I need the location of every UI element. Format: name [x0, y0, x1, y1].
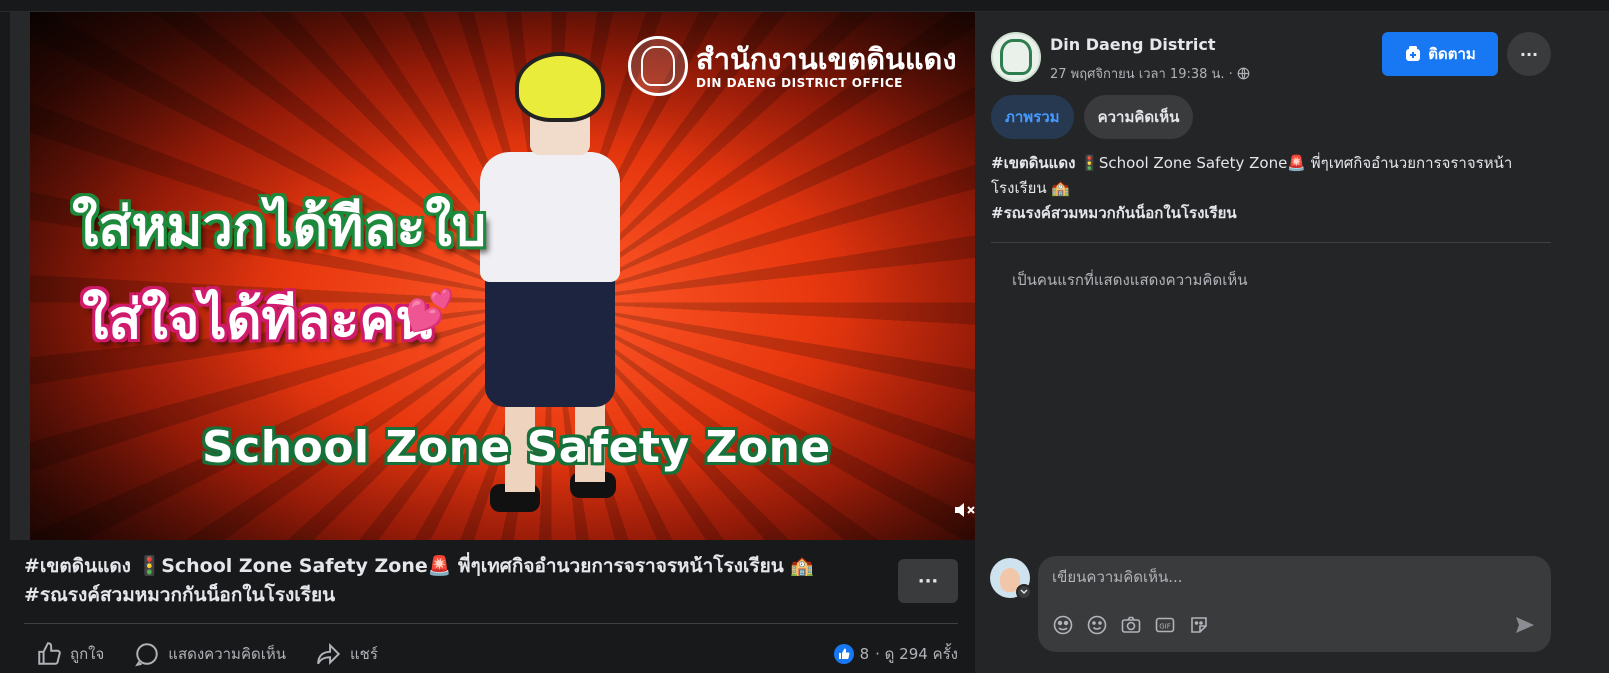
comment-icon	[135, 643, 159, 667]
like-reaction-icon	[833, 644, 854, 664]
video-slogan: School Zone Safety Zone	[202, 422, 831, 473]
page-name[interactable]: Din Daeng District	[1050, 35, 1216, 54]
comment-composer[interactable]: GIF	[1038, 556, 1551, 652]
heart-icon: 💕	[405, 288, 455, 334]
panel-tabs: ภาพรวม ความคิดเห็น	[991, 95, 1194, 139]
tab-comments[interactable]: ความคิดเห็น	[1083, 95, 1194, 139]
view-count: · ดู 294 ครั้ง	[875, 645, 958, 663]
send-icon[interactable]	[1514, 614, 1536, 636]
avatar-sticker-icon[interactable]	[1052, 614, 1074, 636]
post-more-button[interactable]: ···	[898, 559, 958, 603]
video-player[interactable]: สำนักงานเขตดินแดง DIN DAENG DISTRICT OFF…	[10, 12, 998, 540]
post-meta: 27 พฤศจิกายน เวลา 19:38 น. ·	[1050, 63, 1250, 84]
hashtag-campaign[interactable]: #รณรงค์สวมหมวกกันน็อกในโรงเรียน	[991, 204, 1237, 222]
divider	[24, 623, 958, 624]
reaction-summary[interactable]: 8 · ดู 294 ครั้ง	[833, 642, 958, 666]
like-icon	[38, 642, 61, 665]
page-more-button[interactable]: ···	[1507, 32, 1551, 76]
svg-text:GIF: GIF	[1159, 623, 1171, 631]
like-label: ถูกใจ	[70, 645, 105, 663]
video-caption-line2: ใส่ใจได้ทีละคน	[82, 288, 433, 351]
camera-icon[interactable]	[1120, 614, 1142, 636]
comment-button[interactable]: แสดงความคิดเห็น	[134, 641, 286, 667]
post-timestamp[interactable]: 27 พฤศจิกายน เวลา 19:38 น. ·	[1050, 63, 1233, 84]
district-logo: สำนักงานเขตดินแดง DIN DAENG DISTRICT OFF…	[628, 36, 957, 96]
divider	[991, 242, 1551, 243]
gif-icon[interactable]: GIF	[1154, 614, 1176, 636]
tab-overview[interactable]: ภาพรวม	[991, 95, 1074, 139]
share-icon	[317, 642, 341, 666]
empty-comments-text: เป็นคนแรกที่แสดงแสดงความคิดเห็น	[1012, 271, 1248, 289]
like-count: 8	[859, 645, 870, 663]
logo-english-text: DIN DAENG DISTRICT OFFICE	[696, 76, 903, 90]
chevron-down-icon[interactable]	[1016, 584, 1032, 600]
sticker-icon[interactable]	[1188, 614, 1210, 636]
share-label: แชร์	[349, 645, 378, 663]
globe-icon	[1237, 67, 1250, 80]
share-button[interactable]: แชร์	[316, 641, 378, 667]
comment-label: แสดงความคิดเห็น	[168, 645, 286, 663]
page-avatar[interactable]	[991, 32, 1041, 82]
comment-input[interactable]	[1052, 568, 1532, 586]
post-description: #เขตดินแดง 🚦School Zone Safety Zone🚨 พี่…	[991, 151, 1551, 226]
media-column: สำนักงานเขตดินแดง DIN DAENG DISTRICT OFF…	[0, 12, 1000, 673]
post-title: #เขตดินแดง 🚦School Zone Safety Zone🚨 พี่…	[24, 555, 815, 606]
logo-thai-text: สำนักงานเขตดินแดง	[696, 42, 957, 76]
hashtag-district[interactable]: #เขตดินแดง	[991, 154, 1075, 172]
follow-label: ติดตาม	[1428, 45, 1476, 63]
top-bar	[0, 0, 1609, 12]
post-actions: ถูกใจ แสดงความคิดเห็น แชร์ 8 · ดู 294 คร…	[24, 632, 958, 673]
video-caption-line1: ใส่หมวกได้ทีละใบ	[72, 195, 487, 258]
emoji-icon[interactable]	[1086, 614, 1108, 636]
follow-icon	[1406, 46, 1421, 61]
like-button[interactable]: ถูกใจ	[36, 641, 104, 667]
video-frame[interactable]: สำนักงานเขตดินแดง DIN DAENG DISTRICT OFF…	[30, 12, 978, 540]
follow-button[interactable]: ติดตาม	[1382, 32, 1498, 76]
district-seal-icon	[628, 36, 688, 96]
mute-icon[interactable]	[952, 498, 976, 522]
composer-toolbar: GIF	[1052, 614, 1210, 636]
info-panel: Din Daeng District 27 พฤศจิกายน เวลา 19:…	[975, 12, 1609, 673]
